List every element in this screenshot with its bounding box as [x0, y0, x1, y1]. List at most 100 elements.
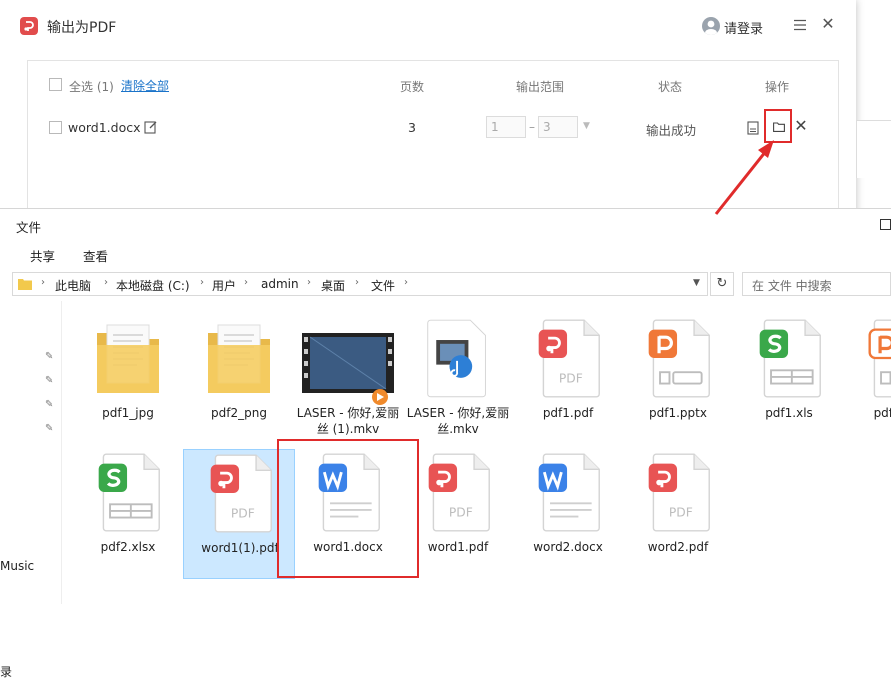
open-folder-button[interactable] [764, 109, 792, 143]
folder-icon [773, 121, 785, 132]
nav-item-music[interactable]: Music [0, 559, 34, 573]
row-page-count: 3 [408, 120, 416, 135]
pages-header: 页数 [400, 80, 425, 94]
range-to-input[interactable]: 3 [538, 116, 578, 138]
chevron-right-icon[interactable]: › [307, 277, 311, 288]
hamburger-menu-icon[interactable] [793, 19, 807, 31]
svg-text:PDF: PDF [449, 506, 473, 520]
ppt-icon [864, 315, 891, 401]
tab-view[interactable]: 查看 [83, 246, 108, 265]
file-item[interactable]: PDF word2.pdf [622, 449, 734, 579]
chevron-down-icon[interactable]: ▼ [583, 121, 590, 131]
file-name: pdf1.pdf [542, 406, 594, 420]
highlight-frame [277, 439, 419, 578]
row-checkbox[interactable] [49, 121, 62, 134]
file-item[interactable]: pdf1.pptx [622, 315, 734, 445]
docx-icon [533, 449, 603, 535]
chevron-right-icon[interactable]: › [104, 277, 108, 288]
actions-header: 操作 [765, 80, 790, 94]
video-icon [302, 321, 394, 407]
pin-icon[interactable]: ✎ [45, 351, 55, 363]
dialog-title-bar: 输出为PDF 请登录 ✕ [0, 0, 856, 50]
file-item[interactable]: pdf2.xlsx [72, 449, 184, 579]
file-name: pdf1.xls [765, 406, 813, 420]
open-file-icon[interactable] [747, 121, 759, 135]
folder-icon [93, 315, 163, 401]
pdf-icon: PDF [205, 450, 275, 536]
file-item[interactable]: pdf2_png [183, 315, 295, 445]
chevron-right-icon[interactable]: › [244, 277, 248, 288]
breadcrumb-item[interactable]: 本地磁盘 (C:) [116, 277, 190, 294]
file-item[interactable]: pdf2.ppt [843, 315, 891, 445]
export-file-list: 全选 (1) 清除全部 页数 输出范围 状态 操作 word1.docx 3 1… [27, 60, 839, 218]
file-name: pdf2.ppt [873, 406, 891, 420]
tab-share[interactable]: 共享 [30, 246, 55, 265]
pdf-icon: PDF [643, 449, 713, 535]
maximize-icon[interactable] [880, 219, 891, 230]
background-window [856, 120, 891, 178]
svg-text:PDF: PDF [669, 506, 693, 520]
chevron-right-icon[interactable]: › [200, 277, 204, 288]
pdf-icon: PDF [533, 315, 603, 401]
range-header: 输出范围 [516, 80, 565, 94]
file-name: word2.docx [533, 540, 603, 554]
file-name: pdf2.xlsx [100, 540, 156, 554]
pdf-icon: PDF [423, 449, 493, 535]
dialog-title: 输出为PDF [47, 20, 117, 36]
nav-item[interactable]: 录 [0, 663, 12, 680]
login-link[interactable]: 请登录 [724, 18, 763, 37]
media-icon [423, 315, 493, 401]
row-status: 输出成功 [646, 123, 697, 138]
file-item[interactable]: word2.docx [512, 449, 624, 579]
folder-icon [18, 278, 32, 290]
pptx-icon [643, 315, 713, 401]
breadcrumb-item[interactable]: 用户 [212, 277, 236, 294]
pdf-logo-icon [20, 17, 38, 35]
remove-row-icon[interactable]: ✕ [794, 118, 808, 134]
close-dialog-icon[interactable]: ✕ [820, 16, 836, 32]
navigation-pane: ✎ ✎ ✎ ✎ Music 录 [0, 301, 62, 679]
file-item[interactable]: pdf1_jpg [72, 315, 184, 445]
breadcrumb-item[interactable]: 此电脑 [55, 277, 91, 294]
pin-icon[interactable]: ✎ [45, 423, 55, 435]
file-name: pdf2_png [211, 406, 267, 420]
svg-text:PDF: PDF [231, 507, 255, 521]
file-name: pdf1.pptx [649, 406, 707, 420]
address-bar[interactable]: › 此电脑 › 本地磁盘 (C:) › 用户 › admin › 桌面 › 文件… [12, 272, 708, 296]
breadcrumb-item[interactable]: 文件 [371, 277, 395, 294]
clear-all-link[interactable]: 清除全部 [121, 77, 169, 94]
row-file-name: word1.docx [68, 120, 141, 135]
file-item[interactable]: LASER - 你好,爱丽丝 (1).mkv [292, 315, 404, 445]
chevron-right-icon[interactable]: › [41, 277, 45, 288]
file-item[interactable]: PDF pdf1.pdf [512, 315, 624, 445]
chevron-right-icon[interactable]: › [404, 277, 408, 288]
refresh-icon[interactable]: ↻ [710, 272, 734, 296]
chevron-right-icon[interactable]: › [355, 277, 359, 288]
breadcrumb-item[interactable]: admin [261, 277, 299, 291]
range-from-input[interactable]: 1 [486, 116, 526, 138]
xlsx-icon [93, 449, 163, 535]
file-explorer-window: 文件 共享 查看 › 此电脑 › 本地磁盘 (C:) › 用户 › admin … [0, 208, 891, 679]
file-name: word2.pdf [647, 540, 709, 554]
file-name: LASER - 你好,爱丽丝.mkv [406, 406, 510, 436]
xls-icon [754, 315, 824, 401]
edit-icon[interactable] [144, 120, 158, 134]
range-dash: – [529, 120, 535, 134]
file-item[interactable]: pdf1.xls [733, 315, 845, 445]
svg-text:PDF: PDF [559, 372, 583, 386]
chevron-down-icon[interactable]: ▼ [693, 278, 700, 288]
avatar-icon[interactable] [702, 17, 720, 35]
export-pdf-dialog: 输出为PDF 请登录 ✕ 全选 (1) 清除全部 页数 输出范围 状态 操作 w… [0, 0, 856, 218]
pin-icon[interactable]: ✎ [45, 399, 55, 411]
select-all-label[interactable]: 全选 (1) [69, 78, 114, 95]
folder-icon [204, 315, 274, 401]
status-header: 状态 [658, 80, 683, 94]
file-item[interactable]: LASER - 你好,爱丽丝.mkv [402, 315, 514, 445]
window-title: 文件 [16, 220, 42, 235]
select-all-checkbox[interactable] [49, 78, 62, 91]
file-name: LASER - 你好,爱丽丝 (1).mkv [296, 406, 400, 436]
search-input[interactable]: 在 文件 中搜索 [742, 272, 891, 296]
breadcrumb-item[interactable]: 桌面 [321, 277, 345, 294]
file-name: pdf1_jpg [102, 406, 154, 420]
pin-icon[interactable]: ✎ [45, 375, 55, 387]
